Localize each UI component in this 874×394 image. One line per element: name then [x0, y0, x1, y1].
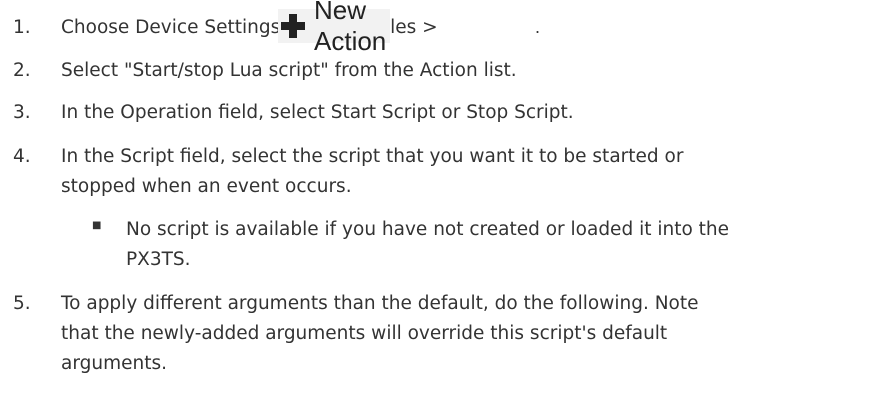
bullet-text-line: No script is available if you have not c… [126, 219, 730, 240]
instruction-steps: 1. Choose Device Settings > Event Rules … [0, 0, 874, 394]
new-action-button[interactable]: New Action [278, 0, 391, 56]
step-text-line: In the Script field, select the script t… [61, 146, 684, 167]
trailing-period: . [535, 17, 541, 37]
step-text-line: that the newly-added arguments will over… [61, 323, 668, 344]
step-text-line: arguments. [61, 353, 167, 374]
step-number: 4. [13, 146, 31, 167]
step-text: Select "Start/stop Lua script" from the … [61, 60, 517, 81]
plus-icon [280, 13, 306, 39]
step-number: 5. [13, 293, 31, 314]
step-number: 1. [13, 17, 31, 38]
step-number: 3. [13, 102, 31, 123]
step-text-line: To apply different arguments than the de… [61, 293, 699, 314]
new-action-label: New Action [314, 0, 387, 56]
step-text: In the Operation field, select Start Scr… [61, 102, 574, 123]
bullet-icon: ■ [92, 220, 102, 231]
bullet-text-line: PX3TS. [126, 249, 191, 270]
step-number: 2. [13, 60, 31, 81]
step-text-line: stopped when an event occurs. [61, 176, 352, 197]
